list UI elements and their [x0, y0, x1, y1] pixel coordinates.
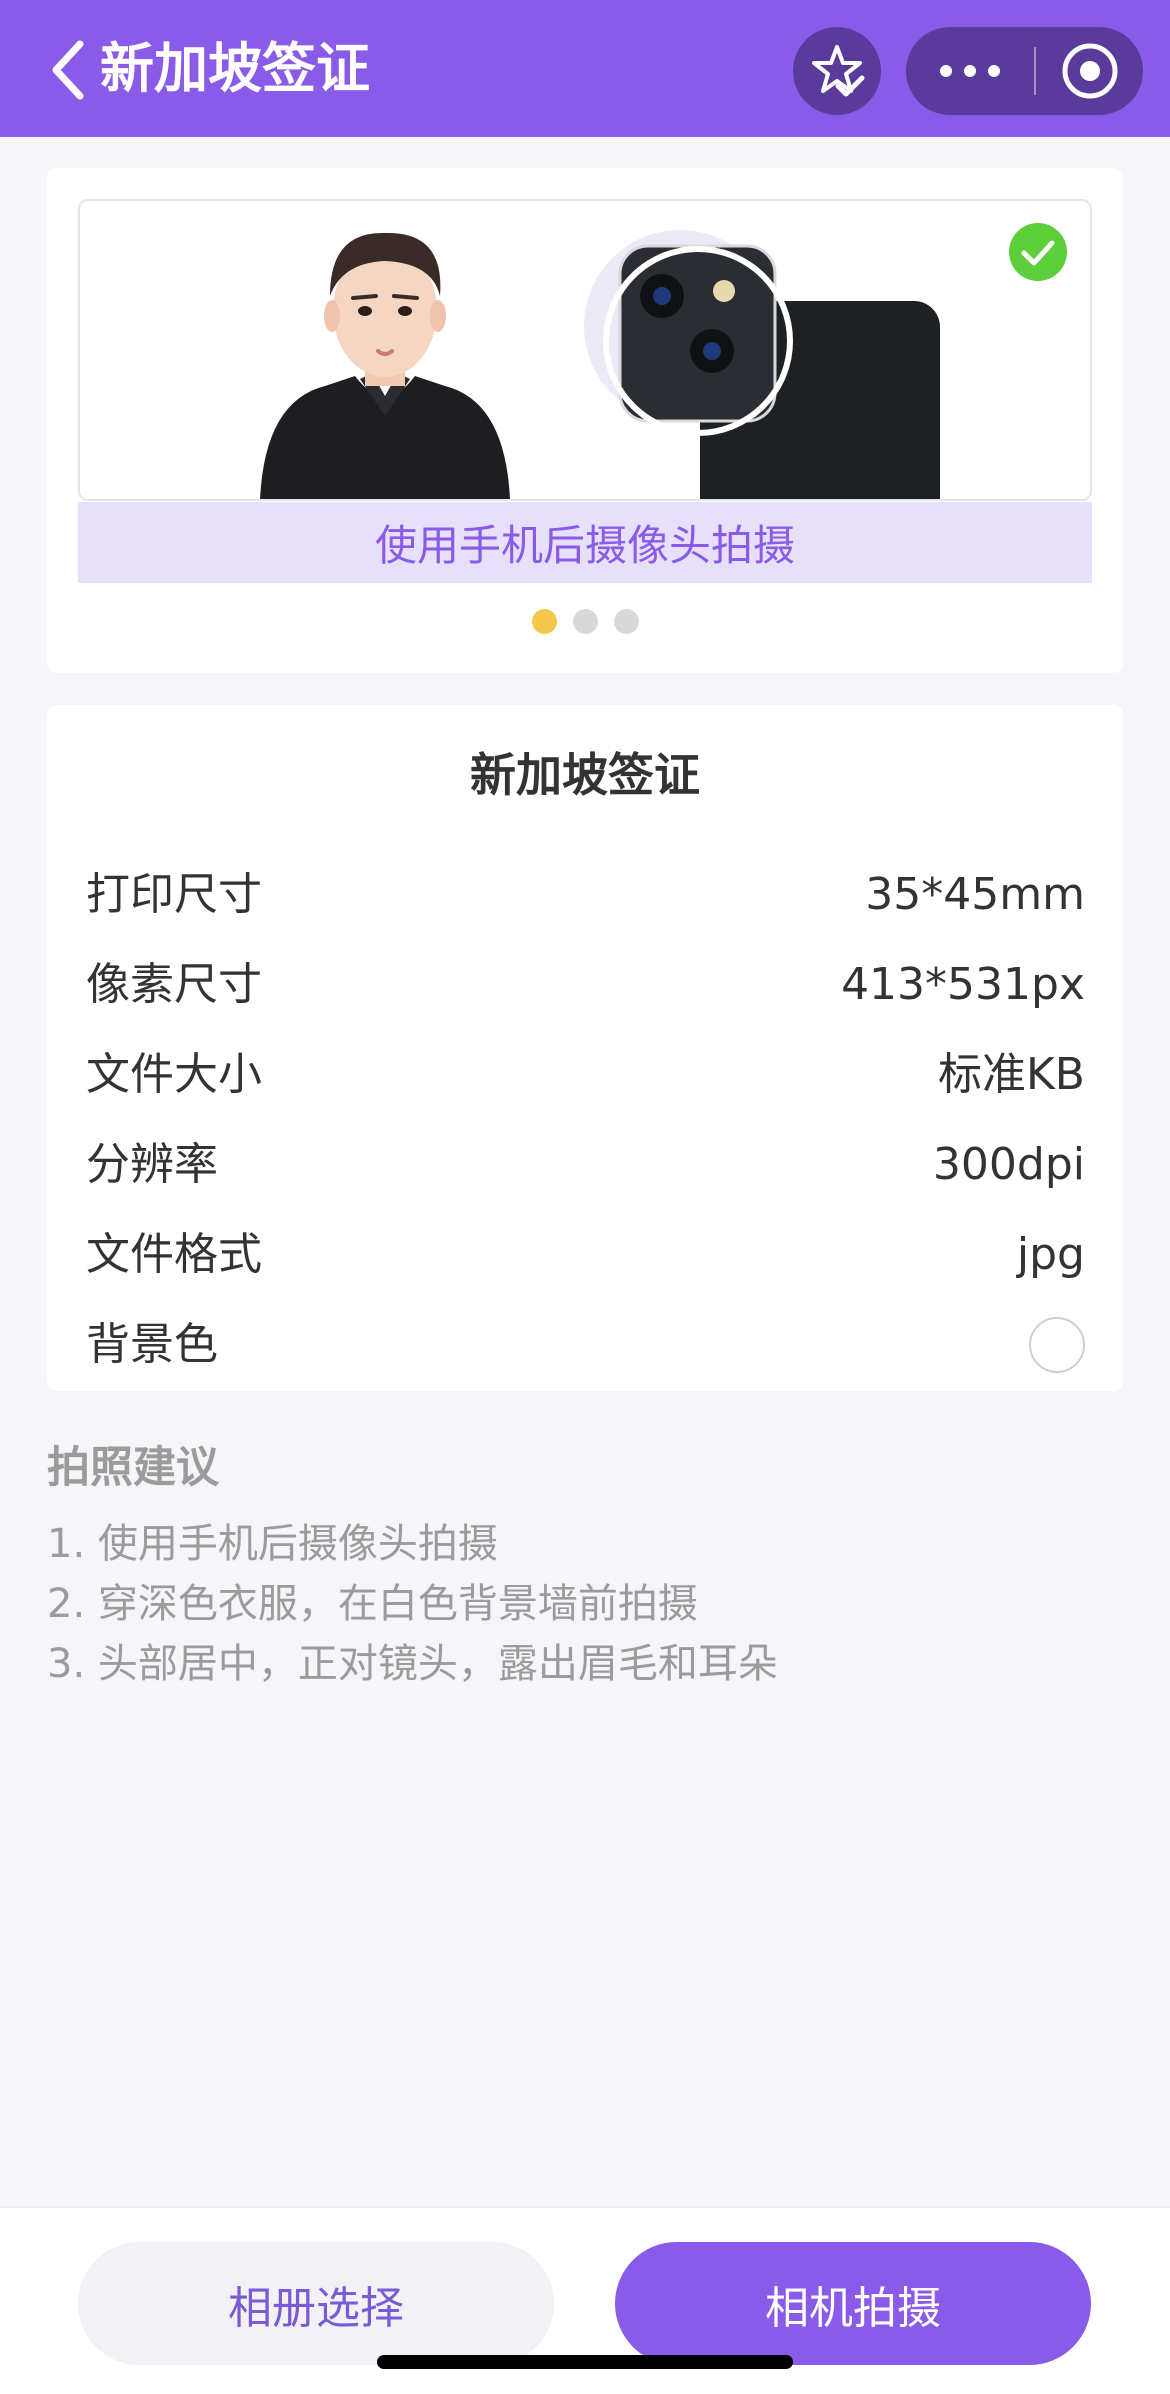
camera-capture-button[interactable]: 相机拍摄 [615, 2242, 1091, 2365]
tip-item: 2. 穿深色衣服，在白色背景墙前拍摄 [47, 1581, 698, 1627]
home-indicator [377, 2355, 793, 2369]
spec-label: 文件格式 [86, 1229, 262, 1280]
favorite-button[interactable] [793, 27, 881, 115]
spec-label: 背景色 [86, 1319, 218, 1370]
more-button[interactable] [906, 27, 1034, 115]
sample-illustration [260, 223, 1067, 499]
spec-value: 413*531px [841, 959, 1085, 1010]
spec-value: jpg [1016, 1229, 1085, 1280]
sample-caption: 使用手机后摄像头拍摄 [78, 502, 1092, 583]
target-close-icon [1062, 43, 1117, 99]
spec-title: 新加坡签证 [470, 748, 700, 802]
carousel-dot[interactable] [572, 609, 598, 634]
sample-image[interactable] [78, 199, 1092, 501]
spec-row-file-size: 文件大小 标准KB [86, 1040, 1085, 1110]
spec-label: 打印尺寸 [86, 869, 262, 920]
spec-row-resolution: 分辨率 300dpi [86, 1130, 1085, 1200]
spec-label: 文件大小 [86, 1049, 262, 1100]
tip-item: 1. 使用手机后摄像头拍摄 [47, 1521, 498, 1567]
page-title: 新加坡签证 [100, 37, 370, 100]
tip-item: 3. 头部居中，正对镜头，露出眉毛和耳朵 [47, 1641, 778, 1687]
spec-row-print-size: 打印尺寸 35*45mm [86, 860, 1085, 930]
album-select-button[interactable]: 相册选择 [78, 2242, 554, 2365]
carousel-dot[interactable] [613, 609, 639, 634]
back-button[interactable] [44, 38, 94, 102]
spec-row-pixel-size: 像素尺寸 413*531px [86, 950, 1085, 1020]
close-mini-program-button[interactable] [1036, 27, 1143, 115]
spec-value: 35*45mm [865, 869, 1085, 920]
spec-row-background: 背景色 [86, 1310, 1085, 1380]
spec-value: 标准KB [937, 1049, 1085, 1100]
check-circle-icon [1009, 223, 1067, 281]
carousel-dots [47, 609, 1123, 635]
background-color-swatch[interactable] [1029, 1317, 1085, 1373]
spec-label: 像素尺寸 [86, 959, 262, 1010]
chevron-left-icon [52, 40, 84, 100]
spec-value: 300dpi [932, 1139, 1085, 1190]
carousel-dot[interactable] [531, 609, 557, 634]
mini-program-capsule [906, 27, 1143, 115]
nav-bar: 新加坡签证 [0, 0, 1170, 137]
more-dots-icon [940, 65, 1000, 77]
spec-label: 分辨率 [86, 1139, 218, 1190]
spec-row-file-format: 文件格式 jpg [86, 1220, 1085, 1290]
tips-title: 拍照建议 [47, 1443, 219, 1493]
star-check-icon [812, 45, 865, 97]
sample-carousel-card: 使用手机后摄像头拍摄 [47, 168, 1123, 673]
